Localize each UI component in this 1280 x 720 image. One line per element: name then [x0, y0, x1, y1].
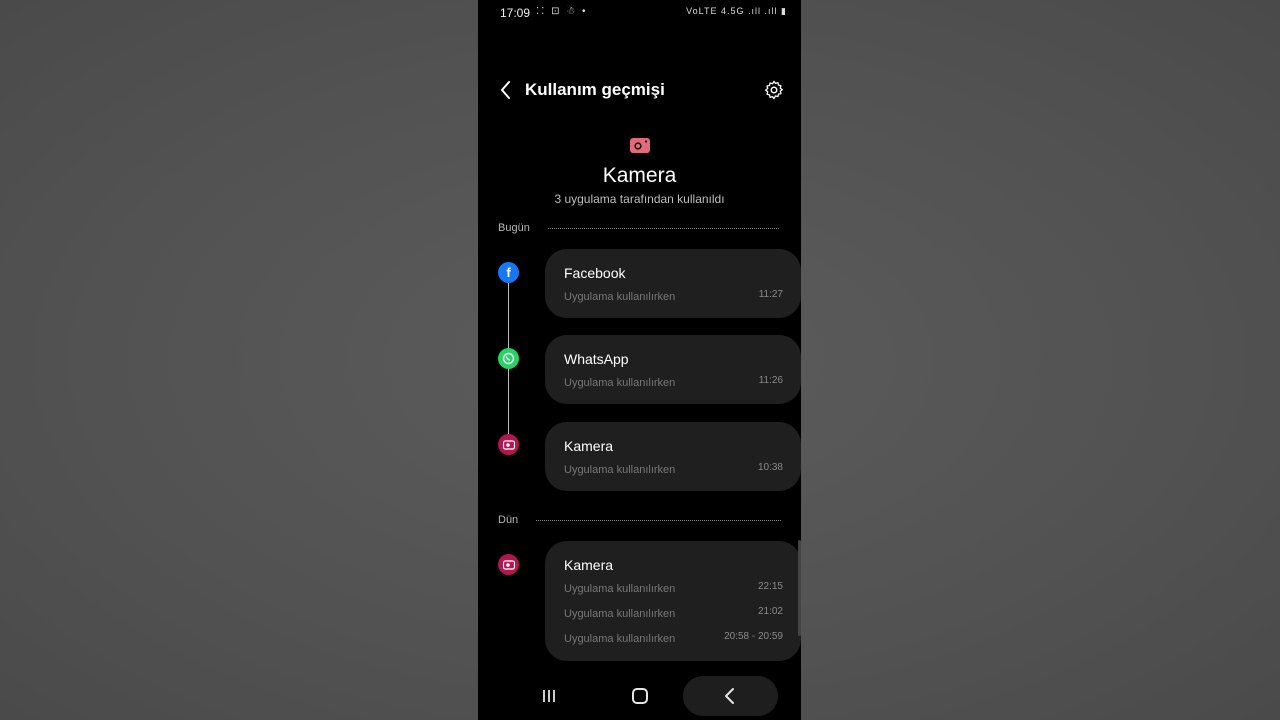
signal-battery-icons: VoLTE 4.5G .ıll .ıll ▮ [686, 6, 787, 16]
usage-label: Uygulama kullanılırken [564, 608, 676, 620]
permission-title: Kamera [602, 164, 677, 187]
usage-time: 10:38 [757, 462, 783, 473]
usage-label: Uygulama kullanılırken [564, 464, 676, 476]
section-divider [536, 520, 781, 521]
navigation-bar [478, 676, 801, 720]
list-item[interactable]: WhatsApp Uygulama kullanılırken 11:26 [545, 335, 801, 404]
app-name: WhatsApp [564, 351, 629, 367]
usage-label: Uygulama kullanılırken [564, 633, 676, 645]
camera-icon [630, 138, 650, 153]
list-item[interactable]: Kamera Uygulama kullanılırken 10:38 [545, 422, 801, 491]
usage-label: Uygulama kullanılırken [564, 291, 676, 303]
gear-icon[interactable] [763, 79, 785, 101]
camera-app-icon [498, 434, 519, 455]
permission-subtitle: 3 uygulama tarafından kullanıldı [554, 192, 725, 206]
facebook-icon: f [498, 262, 519, 283]
usage-label: Uygulama kullanılırken [564, 377, 676, 389]
back-arrow-icon[interactable] [496, 78, 516, 102]
scrollbar[interactable] [798, 540, 801, 636]
recent-apps-icon[interactable] [540, 688, 558, 704]
usage-time: 21:02 [757, 606, 783, 617]
section-label-today: Bugün [498, 222, 530, 234]
usage-time: 11:27 [758, 289, 783, 300]
usage-label: Uygulama kullanılırken [564, 583, 676, 595]
app-name: Kamera [564, 438, 614, 454]
nav-back-button[interactable] [683, 676, 778, 716]
home-icon[interactable] [632, 688, 648, 704]
app-header: Kullanım geçmişi [478, 78, 801, 102]
section-divider [548, 228, 779, 229]
status-bar: 17:09 ⁚⁚ ⊡ ☃ • VoLTE 4.5G .ıll .ıll ▮ [500, 6, 787, 22]
camera-app-icon [498, 554, 519, 575]
list-item[interactable]: Kamera Uygulama kullanılırken 22:15 Uygu… [545, 541, 801, 661]
whatsapp-icon [498, 348, 519, 369]
section-label-yesterday: Dün [498, 514, 519, 526]
app-name: Kamera [564, 557, 614, 573]
status-time: 17:09 [500, 6, 531, 20]
phone-screen: 17:09 ⁚⁚ ⊡ ☃ • VoLTE 4.5G .ıll .ıll ▮ Ku… [478, 0, 801, 720]
list-item[interactable]: Facebook Uygulama kullanılırken 11:27 [545, 249, 801, 318]
app-name: Facebook [564, 265, 626, 281]
notification-icons: ⁚⁚ ⊡ ☃ • [536, 6, 588, 17]
usage-time: 22:15 [757, 581, 783, 592]
usage-time: 20:58 - 20:59 [724, 631, 783, 642]
page-title: Kullanım geçmişi [525, 80, 665, 99]
usage-time: 11:26 [758, 375, 783, 386]
nav-back-icon[interactable] [723, 687, 737, 705]
